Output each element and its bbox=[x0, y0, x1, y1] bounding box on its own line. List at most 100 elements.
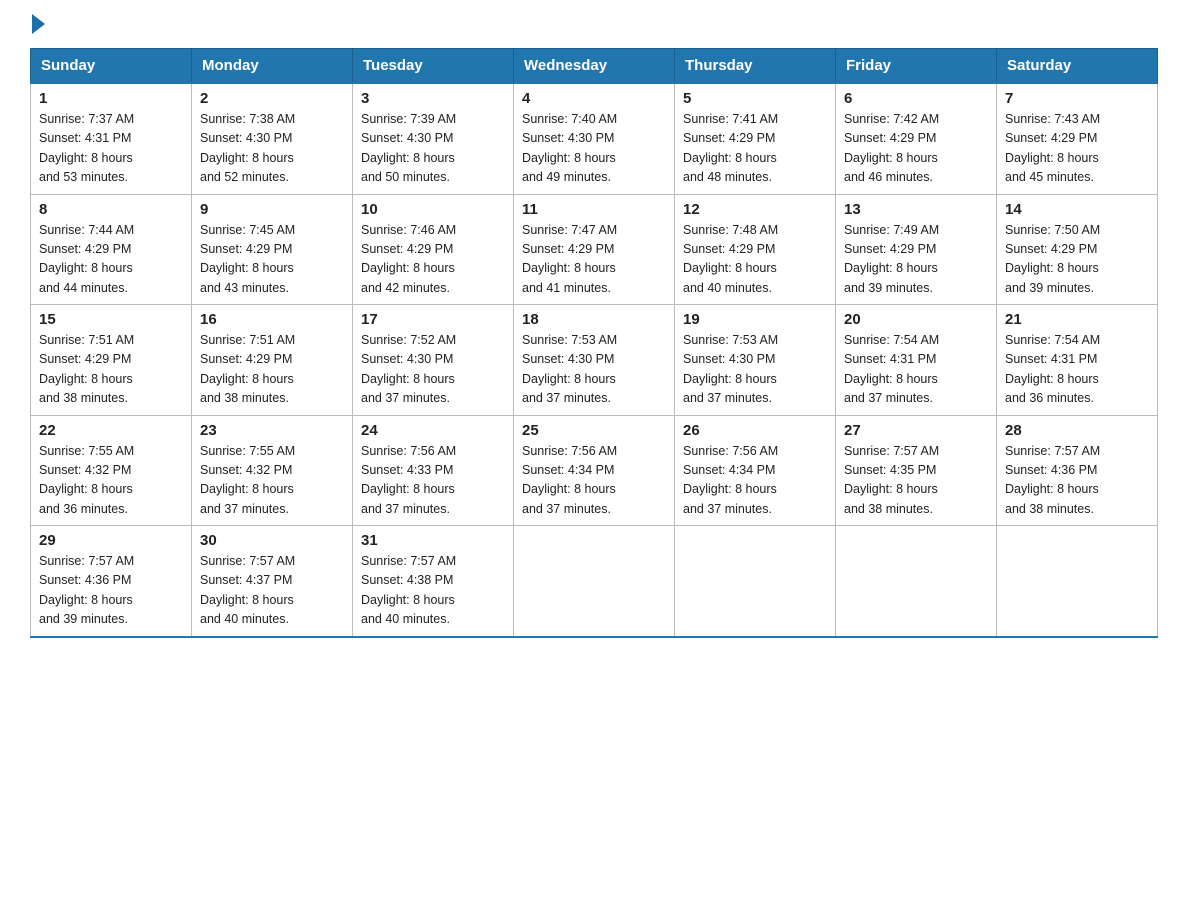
day-info: Sunrise: 7:48 AMSunset: 4:29 PMDaylight:… bbox=[683, 221, 827, 299]
day-info: Sunrise: 7:55 AMSunset: 4:32 PMDaylight:… bbox=[39, 442, 183, 520]
day-info: Sunrise: 7:43 AMSunset: 4:29 PMDaylight:… bbox=[1005, 110, 1149, 188]
calendar-cell: 20Sunrise: 7:54 AMSunset: 4:31 PMDayligh… bbox=[836, 305, 997, 416]
day-number: 30 bbox=[200, 532, 344, 549]
calendar-cell: 7 Sunrise: 7:43 AMSunset: 4:29 PMDaylight… bbox=[997, 83, 1158, 194]
day-number: 28 bbox=[1005, 422, 1149, 439]
day-number: 18 bbox=[522, 311, 666, 328]
day-info: Sunrise: 7:54 AMSunset: 4:31 PMDaylight:… bbox=[844, 331, 988, 409]
logo-triangle-icon bbox=[32, 14, 45, 34]
calendar-cell: 12Sunrise: 7:48 AMSunset: 4:29 PMDayligh… bbox=[675, 194, 836, 305]
calendar-cell: 27 Sunrise: 7:57 AMSunset: 4:35 PMDayligh… bbox=[836, 415, 997, 526]
day-number: 31 bbox=[361, 532, 505, 549]
calendar-cell: 10 Sunrise: 7:46 AMSunset: 4:29 PMDayligh… bbox=[353, 194, 514, 305]
day-info: Sunrise: 7:39 AMSunset: 4:30 PMDaylight:… bbox=[361, 110, 505, 188]
day-info: Sunrise: 7:52 AMSunset: 4:30 PMDaylight:… bbox=[361, 331, 505, 409]
day-info: Sunrise: 7:37 AMSunset: 4:31 PMDaylight:… bbox=[39, 110, 183, 188]
day-number: 3 bbox=[361, 90, 505, 107]
day-info: Sunrise: 7:45 AMSunset: 4:29 PMDaylight:… bbox=[200, 221, 344, 299]
calendar-cell: 2 Sunrise: 7:38 AMSunset: 4:30 PMDaylight… bbox=[192, 83, 353, 194]
day-number: 9 bbox=[200, 201, 344, 218]
calendar-cell: 16 Sunrise: 7:51 AMSunset: 4:29 PMDayligh… bbox=[192, 305, 353, 416]
calendar-table: SundayMondayTuesdayWednesdayThursdayFrid… bbox=[30, 48, 1158, 638]
day-info: Sunrise: 7:56 AMSunset: 4:34 PMDaylight:… bbox=[522, 442, 666, 520]
calendar-cell bbox=[514, 526, 675, 637]
header-cell-wednesday: Wednesday bbox=[514, 49, 675, 84]
day-number: 17 bbox=[361, 311, 505, 328]
header-cell-monday: Monday bbox=[192, 49, 353, 84]
calendar-cell bbox=[675, 526, 836, 637]
calendar-cell bbox=[836, 526, 997, 637]
calendar-cell bbox=[997, 526, 1158, 637]
calendar-cell: 14 Sunrise: 7:50 AMSunset: 4:29 PMDayligh… bbox=[997, 194, 1158, 305]
calendar-cell: 19 Sunrise: 7:53 AMSunset: 4:30 PMDayligh… bbox=[675, 305, 836, 416]
calendar-week-5: 29 Sunrise: 7:57 AMSunset: 4:36 PMDayligh… bbox=[31, 526, 1158, 637]
day-info: Sunrise: 7:56 AMSunset: 4:34 PMDaylight:… bbox=[683, 442, 827, 520]
day-info: Sunrise: 7:57 AMSunset: 4:37 PMDaylight:… bbox=[200, 552, 344, 630]
day-info: Sunrise: 7:57 AMSunset: 4:35 PMDaylight:… bbox=[844, 442, 988, 520]
calendar-header: SundayMondayTuesdayWednesdayThursdayFrid… bbox=[31, 49, 1158, 84]
calendar-cell: 9 Sunrise: 7:45 AMSunset: 4:29 PMDaylight… bbox=[192, 194, 353, 305]
day-info: Sunrise: 7:51 AMSunset: 4:29 PMDaylight:… bbox=[200, 331, 344, 409]
calendar-cell: 28Sunrise: 7:57 AMSunset: 4:36 PMDayligh… bbox=[997, 415, 1158, 526]
day-number: 11 bbox=[522, 201, 666, 218]
header-cell-sunday: Sunday bbox=[31, 49, 192, 84]
header-cell-thursday: Thursday bbox=[675, 49, 836, 84]
page-header bbox=[30, 20, 1158, 30]
calendar-cell: 26 Sunrise: 7:56 AMSunset: 4:34 PMDayligh… bbox=[675, 415, 836, 526]
day-number: 16 bbox=[200, 311, 344, 328]
calendar-week-2: 8 Sunrise: 7:44 AMSunset: 4:29 PMDaylight… bbox=[31, 194, 1158, 305]
day-info: Sunrise: 7:38 AMSunset: 4:30 PMDaylight:… bbox=[200, 110, 344, 188]
day-number: 6 bbox=[844, 90, 988, 107]
day-number: 13 bbox=[844, 201, 988, 218]
day-number: 5 bbox=[683, 90, 827, 107]
calendar-cell: 3 Sunrise: 7:39 AMSunset: 4:30 PMDaylight… bbox=[353, 83, 514, 194]
calendar-cell: 30 Sunrise: 7:57 AMSunset: 4:37 PMDayligh… bbox=[192, 526, 353, 637]
calendar-cell: 24 Sunrise: 7:56 AMSunset: 4:33 PMDayligh… bbox=[353, 415, 514, 526]
day-number: 19 bbox=[683, 311, 827, 328]
day-number: 10 bbox=[361, 201, 505, 218]
day-info: Sunrise: 7:55 AMSunset: 4:32 PMDaylight:… bbox=[200, 442, 344, 520]
day-info: Sunrise: 7:53 AMSunset: 4:30 PMDaylight:… bbox=[683, 331, 827, 409]
day-info: Sunrise: 7:46 AMSunset: 4:29 PMDaylight:… bbox=[361, 221, 505, 299]
day-info: Sunrise: 7:56 AMSunset: 4:33 PMDaylight:… bbox=[361, 442, 505, 520]
day-info: Sunrise: 7:54 AMSunset: 4:31 PMDaylight:… bbox=[1005, 331, 1149, 409]
day-number: 27 bbox=[844, 422, 988, 439]
calendar-cell: 1 Sunrise: 7:37 AMSunset: 4:31 PMDaylight… bbox=[31, 83, 192, 194]
calendar-cell: 15Sunrise: 7:51 AMSunset: 4:29 PMDayligh… bbox=[31, 305, 192, 416]
day-info: Sunrise: 7:40 AMSunset: 4:30 PMDaylight:… bbox=[522, 110, 666, 188]
header-cell-tuesday: Tuesday bbox=[353, 49, 514, 84]
day-info: Sunrise: 7:47 AMSunset: 4:29 PMDaylight:… bbox=[522, 221, 666, 299]
day-number: 14 bbox=[1005, 201, 1149, 218]
header-row: SundayMondayTuesdayWednesdayThursdayFrid… bbox=[31, 49, 1158, 84]
day-info: Sunrise: 7:57 AMSunset: 4:36 PMDaylight:… bbox=[39, 552, 183, 630]
logo bbox=[30, 20, 45, 30]
day-number: 24 bbox=[361, 422, 505, 439]
day-number: 7 bbox=[1005, 90, 1149, 107]
calendar-cell: 8 Sunrise: 7:44 AMSunset: 4:29 PMDaylight… bbox=[31, 194, 192, 305]
calendar-cell: 11 Sunrise: 7:47 AMSunset: 4:29 PMDayligh… bbox=[514, 194, 675, 305]
day-number: 21 bbox=[1005, 311, 1149, 328]
day-number: 4 bbox=[522, 90, 666, 107]
calendar-cell: 21 Sunrise: 7:54 AMSunset: 4:31 PMDayligh… bbox=[997, 305, 1158, 416]
header-cell-friday: Friday bbox=[836, 49, 997, 84]
day-number: 26 bbox=[683, 422, 827, 439]
calendar-week-1: 1 Sunrise: 7:37 AMSunset: 4:31 PMDaylight… bbox=[31, 83, 1158, 194]
day-number: 8 bbox=[39, 201, 183, 218]
day-info: Sunrise: 7:41 AMSunset: 4:29 PMDaylight:… bbox=[683, 110, 827, 188]
header-cell-saturday: Saturday bbox=[997, 49, 1158, 84]
day-number: 15 bbox=[39, 311, 183, 328]
day-info: Sunrise: 7:44 AMSunset: 4:29 PMDaylight:… bbox=[39, 221, 183, 299]
calendar-cell: 29 Sunrise: 7:57 AMSunset: 4:36 PMDayligh… bbox=[31, 526, 192, 637]
day-info: Sunrise: 7:42 AMSunset: 4:29 PMDaylight:… bbox=[844, 110, 988, 188]
day-number: 2 bbox=[200, 90, 344, 107]
day-number: 1 bbox=[39, 90, 183, 107]
day-number: 29 bbox=[39, 532, 183, 549]
day-info: Sunrise: 7:49 AMSunset: 4:29 PMDaylight:… bbox=[844, 221, 988, 299]
calendar-week-4: 22 Sunrise: 7:55 AMSunset: 4:32 PMDayligh… bbox=[31, 415, 1158, 526]
calendar-cell: 23Sunrise: 7:55 AMSunset: 4:32 PMDayligh… bbox=[192, 415, 353, 526]
day-info: Sunrise: 7:50 AMSunset: 4:29 PMDaylight:… bbox=[1005, 221, 1149, 299]
calendar-cell: 6 Sunrise: 7:42 AMSunset: 4:29 PMDaylight… bbox=[836, 83, 997, 194]
calendar-cell: 18Sunrise: 7:53 AMSunset: 4:30 PMDayligh… bbox=[514, 305, 675, 416]
day-number: 22 bbox=[39, 422, 183, 439]
day-info: Sunrise: 7:57 AMSunset: 4:38 PMDaylight:… bbox=[361, 552, 505, 630]
